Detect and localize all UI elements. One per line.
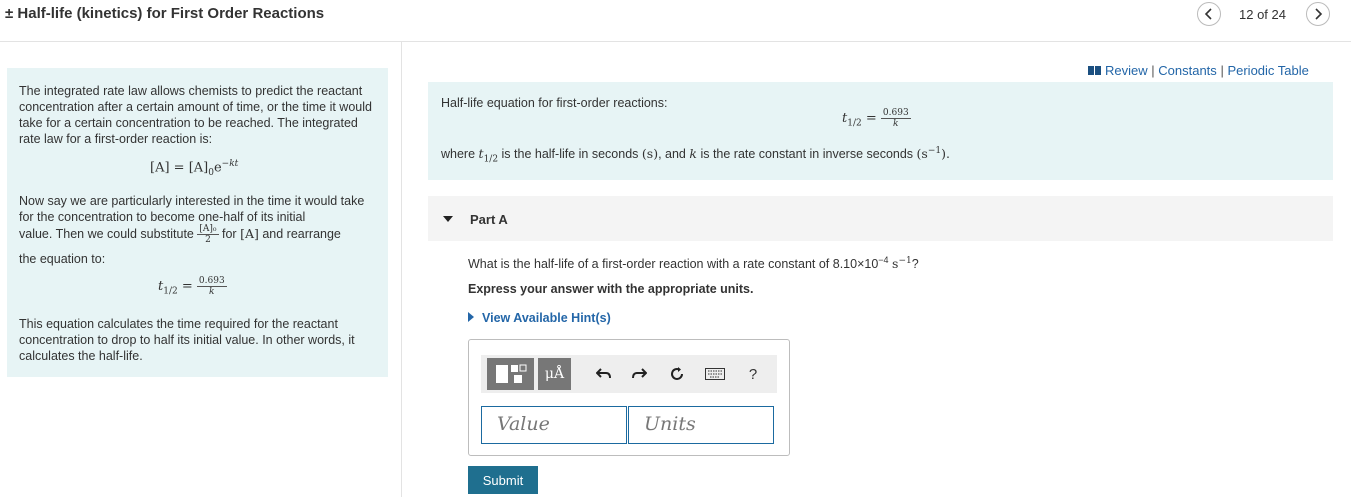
answer-instruction: Express your answer with the appropriate… xyxy=(468,282,754,296)
intro-paragraph-1: The integrated rate law allows chemists … xyxy=(19,84,372,146)
submit-button[interactable]: Submit xyxy=(468,466,538,494)
intro-paragraph-3: This equation calculates the time requir… xyxy=(19,317,355,363)
intro-paragraph-2: Now say we are particularly interested i… xyxy=(19,194,365,224)
part-a-header[interactable]: Part A xyxy=(428,196,1333,241)
half-life-equation: t1/2 = 0.693 k xyxy=(842,108,911,129)
value-input[interactable]: Value xyxy=(481,406,627,444)
half-life-info-box: Half-life equation for first-order react… xyxy=(428,82,1333,180)
column-divider xyxy=(401,42,402,497)
keyboard-button[interactable] xyxy=(703,355,727,393)
next-button[interactable] xyxy=(1306,2,1330,26)
help-button[interactable]: ? xyxy=(743,355,763,393)
prev-button[interactable] xyxy=(1197,2,1221,26)
info-where-text: where t1/2 is the half-life in seconds (… xyxy=(441,146,950,165)
undo-icon xyxy=(596,368,611,379)
caret-right-icon xyxy=(468,312,474,322)
undo-button[interactable] xyxy=(593,355,615,393)
intro-panel: The integrated rate law allows chemists … xyxy=(7,68,388,377)
reset-icon xyxy=(671,367,683,380)
caret-down-icon xyxy=(443,216,453,222)
answer-box: μÅ ? Value Units xyxy=(468,339,790,456)
page-title: ± Half-life (kinetics) for First Order R… xyxy=(5,5,325,22)
half-concentration-fraction: [A]₀ 2 xyxy=(197,224,219,245)
units-button[interactable]: μÅ xyxy=(538,358,571,390)
intro-paragraph-2-end: the equation to: xyxy=(19,252,106,266)
redo-button[interactable] xyxy=(628,355,650,393)
units-input[interactable]: Units xyxy=(628,406,774,444)
template-icon xyxy=(495,364,526,383)
book-icon xyxy=(1088,66,1101,75)
intro-paragraph-2-line: value. Then we could substitute [A]₀ 2 fo… xyxy=(19,224,341,245)
review-link[interactable]: Review xyxy=(1105,63,1148,78)
math-toolbar: μÅ ? xyxy=(481,355,777,393)
keyboard-icon xyxy=(705,368,725,380)
constants-link[interactable]: Constants xyxy=(1158,63,1217,78)
page-counter: 12 of 24 xyxy=(1239,7,1286,22)
header: ± Half-life (kinetics) for First Order R… xyxy=(0,0,1351,42)
part-a-label: Part A xyxy=(470,212,508,227)
integrated-rate-law-equation: [A] = [A]0e−kt xyxy=(150,159,239,178)
view-hints-link[interactable]: View Available Hint(s) xyxy=(468,311,611,325)
question-text: What is the half-life of a first-order r… xyxy=(468,255,919,272)
redo-icon xyxy=(632,368,647,379)
info-label: Half-life equation for first-order react… xyxy=(441,96,668,110)
template-button[interactable] xyxy=(487,358,534,390)
periodic-table-link[interactable]: Periodic Table xyxy=(1227,63,1308,78)
chevron-left-icon xyxy=(1204,8,1212,20)
resource-links: Review | Constants | Periodic Table xyxy=(1088,63,1309,78)
chevron-right-icon xyxy=(1315,8,1323,20)
reset-button[interactable] xyxy=(666,355,688,393)
half-life-equation-intro: t1/2 = 0.693 k xyxy=(158,276,227,297)
